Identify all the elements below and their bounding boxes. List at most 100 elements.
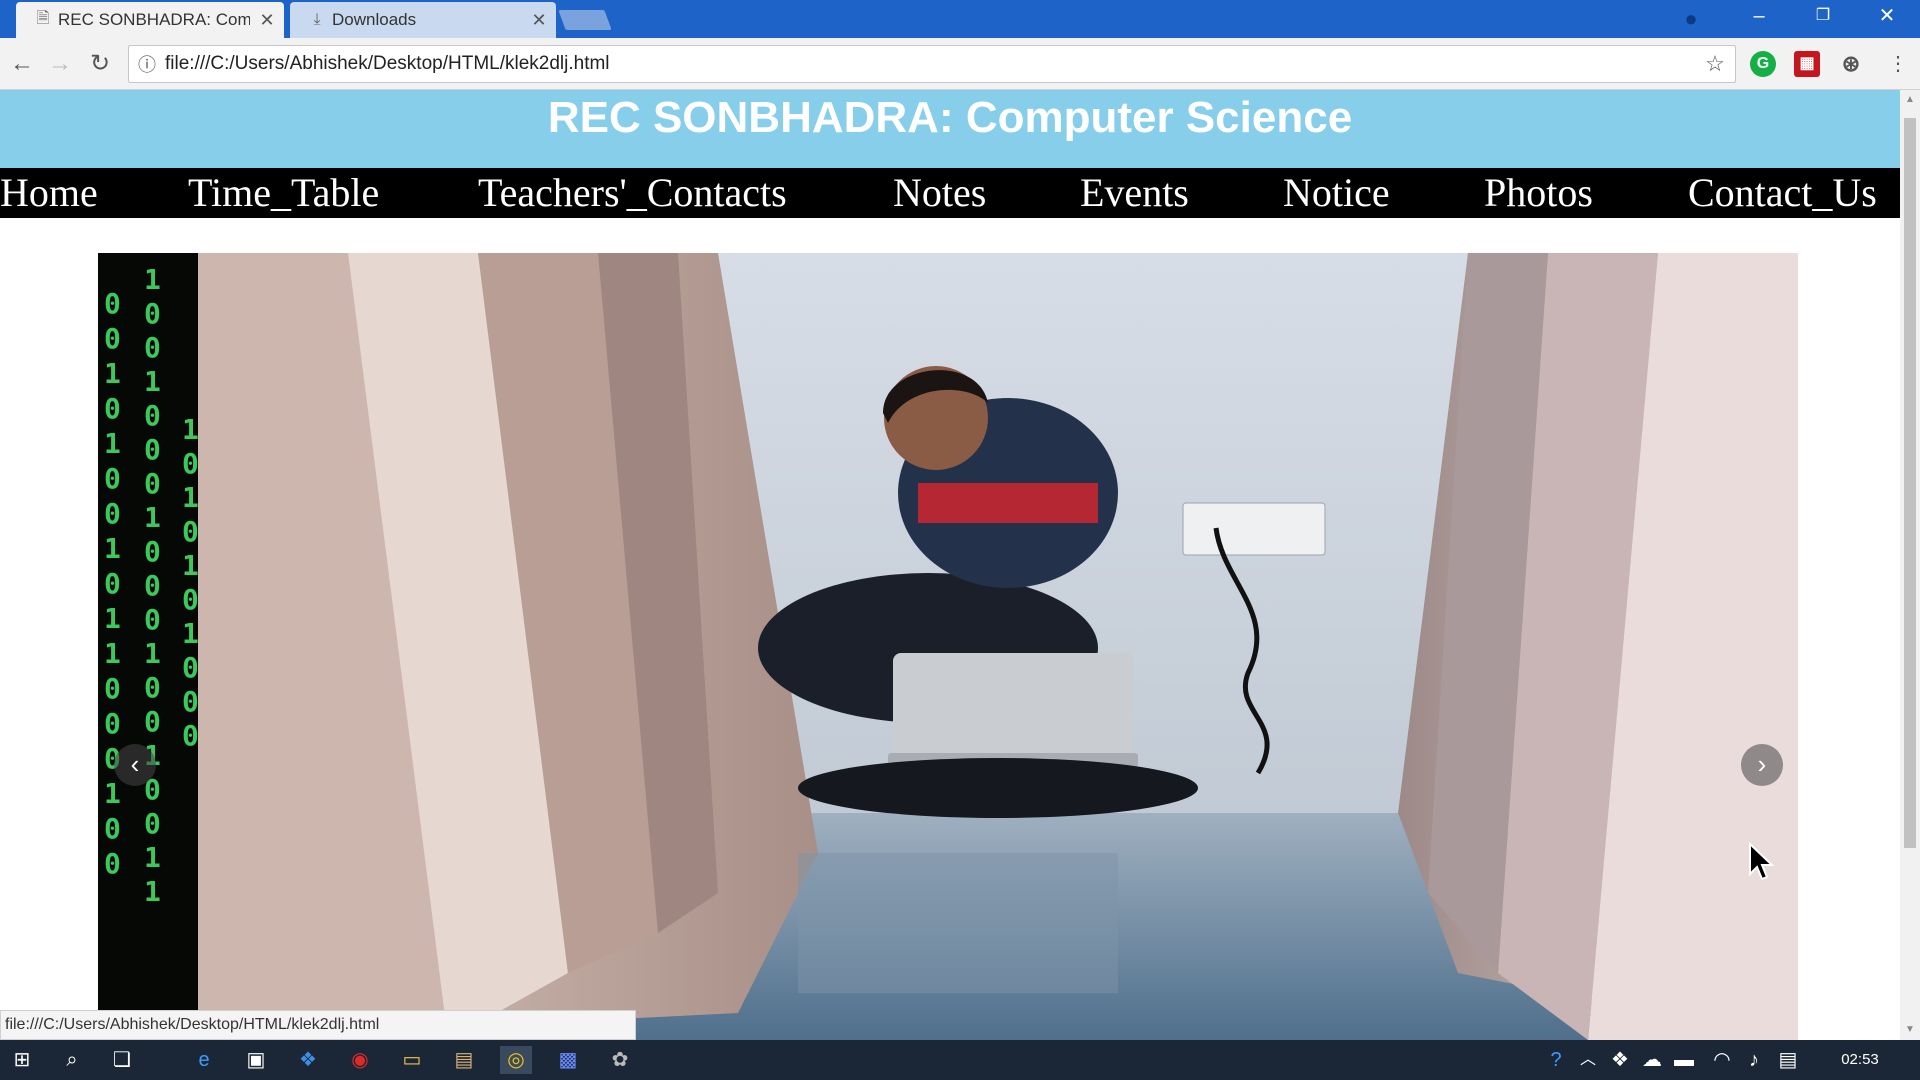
svg-text:1: 1 (104, 357, 121, 390)
svg-text:1: 1 (182, 549, 199, 582)
nav-notice[interactable]: Notice (1283, 168, 1390, 218)
taskbar-clock[interactable]: 02:53 (1830, 1040, 1890, 1080)
scrollbar-thumb[interactable] (1904, 118, 1916, 848)
address-bar[interactable]: ⓘ file:///C:/Users/Abhishek/Desktop/HTML… (128, 45, 1736, 83)
nav-notes[interactable]: Notes (893, 168, 986, 218)
svg-text:0: 0 (104, 322, 121, 355)
site-header: REC SONBHADRA: Computer Science (0, 90, 1900, 168)
grammarly-extension-icon[interactable]: G (1750, 51, 1776, 77)
nav-time-table[interactable]: Time_Table (188, 168, 379, 218)
slide-next-button[interactable]: › (1741, 744, 1783, 786)
wifi-icon[interactable]: ◠ (1706, 1046, 1738, 1074)
onedrive-icon[interactable]: ☁ (1636, 1046, 1668, 1074)
battery-icon[interactable]: ▬ (1668, 1046, 1700, 1074)
app-icon[interactable]: ▩ (552, 1046, 584, 1074)
svg-text:1: 1 (182, 617, 199, 650)
windows-taskbar: ⊞ ⌕ ❏ e ▣ ❖ ◉ ▭ ▤ ◎ ▩ ✿ ? ︿ ❖ ☁ ▬ ◠ ♪ ▤ … (0, 1040, 1920, 1080)
forward-icon[interactable]: → (42, 46, 78, 82)
scroll-up-arrow-icon[interactable]: ▲ (1900, 90, 1920, 110)
close-tab-icon[interactable]: ✕ (250, 10, 284, 31)
nav-home[interactable]: Home (0, 168, 98, 218)
scroll-down-arrow-icon[interactable]: ▼ (1900, 1020, 1920, 1040)
slideshow-image: 01 00 10 01 101 000 001 110 001 100 101 … (98, 253, 1798, 1040)
help-icon[interactable]: ? (1540, 1046, 1572, 1074)
nav-events[interactable]: Events (1080, 168, 1189, 218)
close-window-icon[interactable]: ✕ (1858, 0, 1916, 34)
info-icon[interactable]: ⓘ (129, 51, 165, 77)
svg-text:0: 0 (144, 297, 161, 330)
svg-text:0: 0 (144, 467, 161, 500)
action-center-icon[interactable]: ▤ (1772, 1046, 1804, 1074)
status-bar-url: file:///C:/Users/Abhishek/Desktop/HTML/k… (0, 1010, 636, 1040)
mouse-cursor-icon (1749, 842, 1775, 881)
minimize-icon[interactable]: – (1730, 0, 1788, 34)
svg-text:0: 0 (182, 515, 199, 548)
svg-text:0: 0 (144, 807, 161, 840)
address-url[interactable]: file:///C:/Users/Abhishek/Desktop/HTML/k… (165, 53, 1695, 75)
svg-text:0: 0 (144, 331, 161, 364)
tab-rec-sonbhadra[interactable]: 🗎 REC SONBHADRA: Comp ✕ (16, 2, 284, 38)
volume-icon[interactable]: ♪ (1738, 1046, 1770, 1074)
bookmark-star-icon[interactable]: ☆ (1695, 51, 1735, 77)
profile-icon[interactable]: ● (1678, 6, 1704, 32)
page-icon: 🗎 (36, 9, 50, 27)
svg-text:1: 1 (144, 875, 161, 908)
svg-text:1: 1 (104, 532, 121, 565)
close-tab-icon[interactable]: ✕ (522, 10, 556, 31)
svg-text:0: 0 (104, 707, 121, 740)
svg-text:0: 0 (182, 447, 199, 480)
dropbox-tray-icon[interactable]: ❖ (1604, 1046, 1636, 1074)
windows-start-icon[interactable]: ⊞ (6, 1046, 38, 1074)
search-icon[interactable]: ⌕ (56, 1046, 88, 1074)
svg-text:1: 1 (144, 501, 161, 534)
download-icon: ⤓ (313, 11, 321, 28)
svg-text:1: 1 (104, 637, 121, 670)
reload-icon[interactable]: ↻ (82, 46, 118, 82)
media-player-icon[interactable]: ◉ (344, 1046, 376, 1074)
nav-contact-us[interactable]: Contact_Us (1688, 168, 1877, 218)
nav-teachers-contacts[interactable]: Teachers'_Contacts (478, 168, 787, 218)
tab-downloads[interactable]: ⤓ Downloads ✕ (290, 2, 556, 38)
page-scrollbar[interactable]: ▲ ▼ (1900, 90, 1920, 1040)
svg-text:0: 0 (144, 705, 161, 738)
edge-browser-icon[interactable]: e (188, 1046, 220, 1074)
svg-text:0: 0 (104, 812, 121, 845)
svg-text:1: 1 (104, 777, 121, 810)
slide-photo-student-with-laptop: 01 00 10 01 10 1 00 0 00 1 11 0 00 1 10 0 10 1 … (98, 253, 1798, 1040)
tab-label: Downloads (332, 10, 417, 29)
svg-text:0: 0 (182, 685, 199, 718)
new-tab-button[interactable] (558, 10, 612, 30)
svg-text:1: 1 (104, 602, 121, 635)
tab-label: REC SONBHADRA: Comp (58, 10, 250, 29)
task-view-icon[interactable]: ❏ (106, 1046, 138, 1074)
page-title: REC SONBHADRA: Computer Science (547, 93, 1353, 142)
store-icon[interactable]: ▣ (240, 1046, 272, 1074)
file-explorer-icon[interactable]: ▭ (396, 1046, 428, 1074)
app-icon[interactable]: ▤ (448, 1046, 480, 1074)
svg-text:1: 1 (104, 427, 121, 460)
restore-icon[interactable]: ❐ (1794, 0, 1852, 34)
page-viewport: REC SONBHADRA: Computer Science Home Tim… (0, 90, 1900, 1040)
back-icon[interactable]: ← (4, 46, 40, 82)
chrome-icon[interactable]: ◎ (500, 1046, 532, 1074)
app-icon[interactable]: ✿ (604, 1046, 636, 1074)
svg-text:0: 0 (182, 583, 199, 616)
nav-photos[interactable]: Photos (1484, 168, 1593, 218)
svg-text:0: 0 (104, 287, 121, 320)
svg-text:0: 0 (104, 497, 121, 530)
svg-text:0: 0 (144, 671, 161, 704)
show-hidden-icons-chevron-icon[interactable]: ︿ (1572, 1046, 1604, 1074)
svg-text:0: 0 (104, 462, 121, 495)
svg-text:1: 1 (144, 637, 161, 670)
svg-text:0: 0 (144, 535, 161, 568)
browser-title-bar: 🗎 REC SONBHADRA: Comp ✕ ⤓ Downloads ✕ ● … (0, 0, 1920, 38)
extension-icon[interactable]: ▦ (1794, 51, 1820, 77)
extension-icon[interactable]: ⊛ (1838, 51, 1864, 77)
svg-text:0: 0 (144, 569, 161, 602)
svg-text:0: 0 (104, 847, 121, 880)
svg-text:0: 0 (144, 603, 161, 636)
slide-prev-button[interactable]: ‹ (114, 744, 156, 786)
svg-text:0: 0 (104, 672, 121, 705)
dropbox-icon[interactable]: ❖ (292, 1046, 324, 1074)
menu-icon[interactable]: ⋮ (1880, 46, 1916, 82)
